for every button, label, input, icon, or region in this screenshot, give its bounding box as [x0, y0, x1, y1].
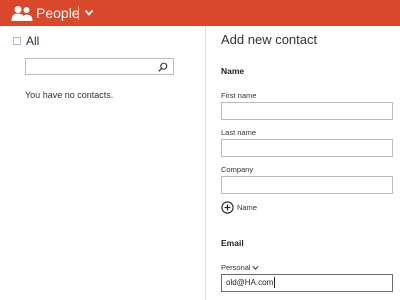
- pane-divider: [205, 26, 206, 300]
- search-icon[interactable]: [158, 62, 168, 72]
- last-name-field[interactable]: [221, 139, 393, 157]
- company-label: Company: [221, 165, 254, 174]
- last-name-label: Last name: [221, 128, 257, 137]
- people-icon: [11, 6, 33, 21]
- chevron-down-icon: [252, 265, 259, 270]
- page-title: Add new contact: [221, 32, 318, 47]
- search-input[interactable]: [25, 58, 174, 75]
- empty-contacts-message: You have no contacts.: [25, 90, 114, 100]
- add-name-label: Name: [237, 203, 258, 212]
- title-divider: [78, 6, 79, 20]
- company-field[interactable]: [221, 176, 393, 194]
- chevron-down-icon[interactable]: [84, 6, 94, 20]
- app-title[interactable]: People: [36, 3, 80, 23]
- select-all-label[interactable]: All: [26, 32, 39, 50]
- select-all-checkbox[interactable]: [13, 37, 21, 45]
- name-section-heading: Name: [221, 66, 245, 76]
- email-field[interactable]: old@HA.com: [221, 274, 393, 292]
- plus-circle-icon[interactable]: [221, 201, 234, 214]
- app-header: People: [0, 0, 400, 26]
- first-name-field[interactable]: [221, 102, 393, 120]
- email-type-label: Personal: [221, 263, 251, 272]
- email-field-value: old@HA.com: [226, 278, 274, 287]
- email-section-heading: Email: [221, 238, 244, 248]
- text-cursor: [274, 277, 276, 289]
- first-name-label: First name: [221, 91, 257, 100]
